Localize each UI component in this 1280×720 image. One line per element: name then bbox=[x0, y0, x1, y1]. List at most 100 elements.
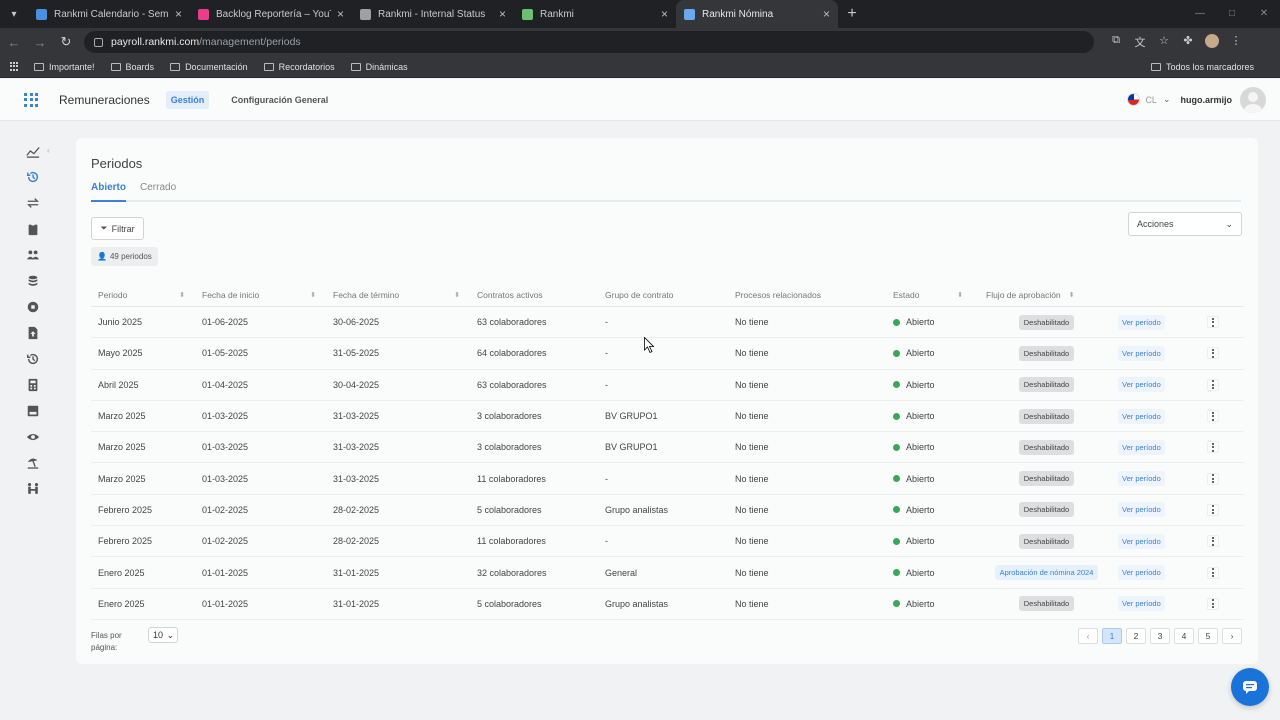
beach-umbrella-icon[interactable] bbox=[25, 455, 41, 471]
rows-per-page-select[interactable]: 10 ⌄ bbox=[148, 627, 178, 643]
sort-icon[interactable]: ⬍ bbox=[179, 291, 185, 299]
close-tab-icon[interactable]: × bbox=[499, 7, 506, 21]
page-button[interactable]: 1 bbox=[1102, 628, 1122, 644]
row-menu-icon[interactable] bbox=[1207, 535, 1219, 548]
row-menu-icon[interactable] bbox=[1207, 441, 1219, 454]
history-alt-icon[interactable] bbox=[25, 351, 41, 367]
prev-page-icon[interactable]: ‹ bbox=[1078, 628, 1098, 644]
reload-icon[interactable]: ↻ bbox=[54, 34, 78, 50]
view-period-link[interactable]: Ver período bbox=[1118, 502, 1165, 518]
app-launcher-icon[interactable] bbox=[24, 92, 38, 107]
browser-tab[interactable]: Rankmi Nómina × bbox=[676, 0, 838, 28]
view-period-link[interactable]: Ver período bbox=[1118, 471, 1165, 487]
document-icon[interactable] bbox=[25, 403, 41, 419]
close-tab-icon[interactable]: × bbox=[175, 7, 182, 21]
sort-icon[interactable]: ⬍ bbox=[454, 291, 460, 299]
extensions-icon[interactable]: ✤ bbox=[1176, 34, 1200, 51]
sort-icon[interactable]: ⬍ bbox=[310, 291, 316, 299]
browser-tab[interactable]: Rankmi Calendario - Semana de × bbox=[28, 0, 190, 28]
nav-tab-configuracion[interactable]: Configuración General bbox=[231, 95, 328, 105]
approval-flow-badge[interactable]: Aprobación de nómina 2024 bbox=[994, 565, 1099, 581]
chat-support-button[interactable] bbox=[1231, 668, 1269, 706]
browser-tab[interactable]: Rankmi - Internal Status × bbox=[352, 0, 514, 28]
view-period-link[interactable]: Ver período bbox=[1118, 345, 1165, 361]
install-app-icon[interactable]: ⧉ bbox=[1104, 34, 1128, 51]
minimize-icon[interactable]: — bbox=[1184, 0, 1216, 28]
view-period-link[interactable]: Ver período bbox=[1118, 314, 1165, 330]
view-period-link[interactable]: Ver período bbox=[1118, 377, 1165, 393]
collapse-icon[interactable]: ‹ bbox=[47, 146, 50, 155]
browser-tab[interactable]: Backlog Reportería – YouTrack × bbox=[190, 0, 352, 28]
url-input[interactable]: payroll.rankmi.com/management/periods bbox=[84, 31, 1094, 53]
page-button[interactable]: 3 bbox=[1150, 628, 1170, 644]
column-header-flujo[interactable]: Flujo de aprobación ⬍ bbox=[975, 290, 1111, 300]
page-button[interactable]: 4 bbox=[1174, 628, 1194, 644]
clipboard-icon[interactable] bbox=[25, 221, 41, 237]
translate-icon[interactable]: 文 bbox=[1128, 34, 1152, 51]
apps-grid-icon[interactable] bbox=[10, 61, 20, 72]
actions-dropdown[interactable]: Acciones ⌄ bbox=[1128, 212, 1242, 236]
browser-menu-icon[interactable]: ⋮ bbox=[1224, 34, 1248, 51]
view-period-link[interactable]: Ver período bbox=[1118, 408, 1165, 424]
row-menu-icon[interactable] bbox=[1207, 597, 1219, 610]
row-menu-icon[interactable] bbox=[1207, 472, 1219, 485]
all-bookmarks-folder[interactable]: Todos los marcadores bbox=[1150, 62, 1254, 72]
filter-button[interactable]: ⏷ Filtrar bbox=[91, 217, 144, 240]
maximize-icon[interactable]: □ bbox=[1216, 0, 1248, 28]
row-menu-icon[interactable] bbox=[1207, 347, 1219, 360]
history-icon[interactable] bbox=[25, 169, 41, 185]
view-period-link[interactable]: Ver período bbox=[1118, 565, 1165, 581]
column-header-periodo[interactable]: Periodo ⬍ bbox=[91, 290, 195, 300]
sort-icon[interactable]: ⬍ bbox=[957, 291, 963, 299]
row-menu-icon[interactable] bbox=[1207, 410, 1219, 423]
bookmark-folder[interactable]: Recordatorios bbox=[263, 62, 335, 72]
bookmark-star-icon[interactable]: ☆ bbox=[1152, 34, 1176, 51]
row-menu-icon[interactable] bbox=[1207, 503, 1219, 516]
username[interactable]: hugo.armijo bbox=[1181, 95, 1233, 105]
view-period-link[interactable]: Ver período bbox=[1118, 533, 1165, 549]
forward-icon[interactable]: → bbox=[28, 35, 52, 50]
back-icon[interactable]: ← bbox=[2, 35, 26, 50]
column-header-fecha-termino[interactable]: Fecha de término ⬍ bbox=[326, 290, 470, 300]
page-button[interactable]: 5 bbox=[1198, 628, 1218, 644]
close-tab-icon[interactable]: × bbox=[661, 7, 668, 21]
close-tab-icon[interactable]: × bbox=[337, 7, 344, 21]
browser-tab[interactable]: Rankmi × bbox=[514, 0, 676, 28]
eye-icon[interactable] bbox=[25, 429, 41, 445]
people-icon[interactable] bbox=[25, 247, 41, 263]
user-avatar[interactable] bbox=[1240, 86, 1266, 113]
column-header-fecha-inicio[interactable]: Fecha de inicio ⬍ bbox=[195, 290, 326, 300]
view-period-link[interactable]: Ver período bbox=[1118, 439, 1165, 455]
family-icon[interactable] bbox=[25, 481, 41, 497]
cell-link: Ver período bbox=[1111, 408, 1200, 424]
calculator-icon[interactable] bbox=[25, 377, 41, 393]
page-button[interactable]: 2 bbox=[1126, 628, 1146, 644]
chevron-down-icon[interactable]: ⌄ bbox=[1163, 94, 1171, 105]
bookmark-folder[interactable]: Boards bbox=[110, 62, 154, 72]
nav-tab-gestion[interactable]: Gestión bbox=[165, 90, 210, 109]
tab-search-icon[interactable]: ▾ bbox=[0, 0, 28, 28]
sync-icon[interactable] bbox=[25, 195, 41, 211]
next-page-icon[interactable]: › bbox=[1222, 628, 1242, 644]
coins-icon[interactable] bbox=[25, 273, 41, 289]
view-period-link[interactable]: Ver período bbox=[1118, 596, 1165, 612]
close-tab-icon[interactable]: × bbox=[823, 7, 830, 21]
sort-icon[interactable]: ⬍ bbox=[1069, 291, 1075, 299]
row-menu-icon[interactable] bbox=[1207, 316, 1219, 329]
bookmark-folder[interactable]: Documentación bbox=[170, 62, 248, 72]
row-menu-icon[interactable] bbox=[1207, 378, 1219, 391]
new-tab-button[interactable]: + bbox=[838, 0, 866, 28]
country-selector[interactable]: CL bbox=[1145, 95, 1157, 105]
tab-cerrado[interactable]: Cerrado bbox=[140, 182, 176, 200]
site-info-icon[interactable] bbox=[94, 37, 103, 47]
tab-abierto[interactable]: Abierto bbox=[91, 182, 126, 202]
column-header-estado[interactable]: Estado ⬍ bbox=[886, 290, 975, 300]
bookmark-folder[interactable]: Importante! bbox=[34, 62, 95, 72]
analytics-icon[interactable] bbox=[25, 143, 41, 159]
upload-file-icon[interactable] bbox=[25, 325, 41, 341]
bookmark-folder[interactable]: Dinámicas bbox=[350, 62, 408, 72]
row-menu-icon[interactable] bbox=[1207, 566, 1219, 579]
profile-icon[interactable] bbox=[1200, 33, 1224, 51]
close-window-icon[interactable]: ✕ bbox=[1248, 0, 1280, 28]
stop-circle-icon[interactable] bbox=[25, 299, 41, 315]
